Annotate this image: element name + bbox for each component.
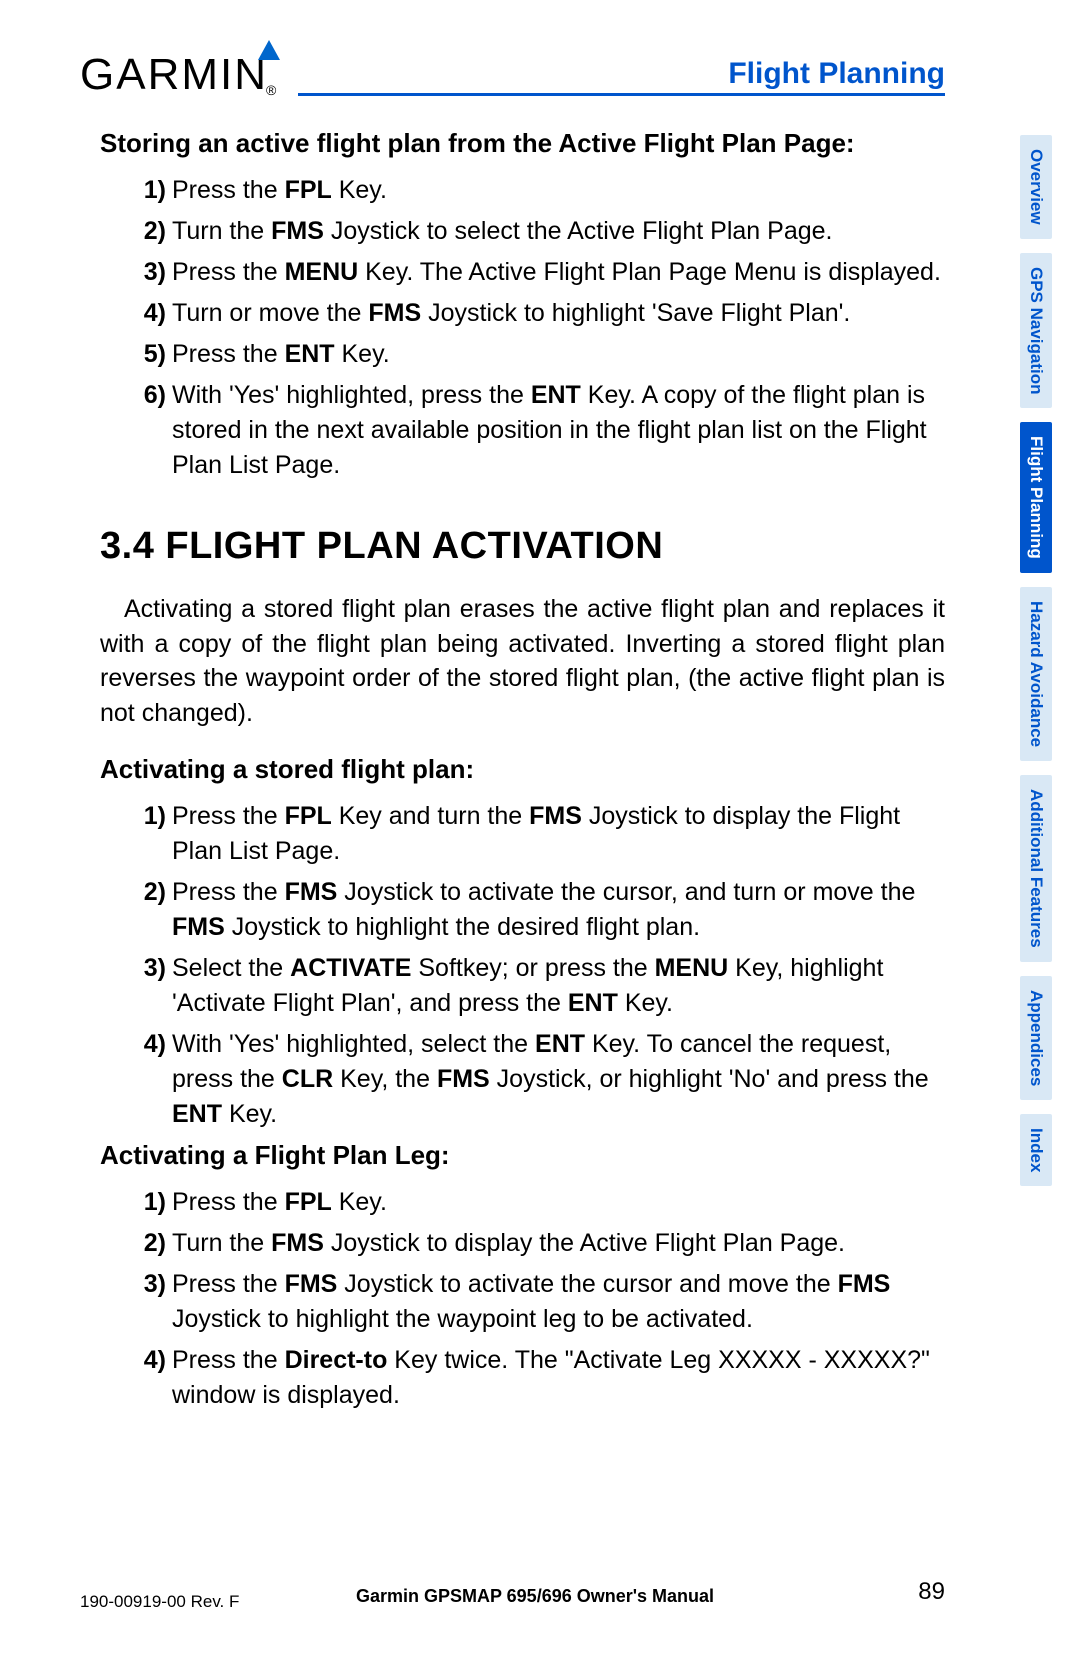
subsection-title-1: Storing an active flight plan from the A… [100,128,945,159]
list-item: 4)Turn or move the FMS Joystick to highl… [140,296,945,331]
page-content: Storing an active flight plan from the A… [80,128,990,1413]
list-item: 1)Press the FPL Key. [140,173,945,208]
footer-manual-title: Garmin GPSMAP 695/696 Owner's Manual [356,1586,714,1607]
list-item: 3)Select the ACTIVATE Softkey; or press … [140,951,945,1021]
tab-appendices[interactable]: Appendices [1020,976,1052,1100]
list-item: 2)Press the FMS Joystick to activate the… [140,875,945,945]
list-num: 6) [128,378,166,413]
body-paragraph: Activating a stored flight plan erases t… [100,592,945,730]
garmin-logo: GARMIN® [80,50,278,100]
tab-hazard-avoidance[interactable]: Hazard Avoidance [1020,587,1052,761]
tab-flight-planning[interactable]: Flight Planning [1020,422,1052,573]
procedure-list-1: 1)Press the FPL Key. 2)Turn the FMS Joys… [100,173,945,483]
list-item: 2)Turn the FMS Joystick to select the Ac… [140,214,945,249]
list-num: 5) [128,337,166,372]
page-number: 89 [918,1578,990,1606]
header-title: Flight Planning [298,57,945,96]
header-title-wrap: Flight Planning [298,57,945,100]
procedure-list-3: 1)Press the FPL Key. 2)Turn the FMS Joys… [100,1185,945,1413]
list-num: 1) [128,799,166,834]
list-num: 1) [128,1185,166,1220]
logo-text: GARMIN [80,50,268,100]
list-item: 5)Press the ENT Key. [140,337,945,372]
list-num: 2) [128,214,166,249]
list-item: 4)With 'Yes' highlighted, select the ENT… [140,1027,945,1132]
list-item: 6)With 'Yes' highlighted, press the ENT … [140,378,945,483]
footer-revision: 190-00919-00 Rev. F [80,1592,239,1612]
list-num: 2) [128,1226,166,1261]
list-num: 4) [128,296,166,331]
list-num: 1) [128,173,166,208]
list-num: 3) [128,255,166,290]
list-num: 4) [128,1343,166,1378]
list-item: 2)Turn the FMS Joystick to display the A… [140,1226,945,1261]
list-num: 4) [128,1027,166,1062]
list-num: 3) [128,951,166,986]
tab-overview[interactable]: Overview [1020,135,1052,239]
list-item: 3)Press the FMS Joystick to activate the… [140,1267,945,1337]
subsection-title-2: Activating a stored flight plan: [100,754,945,785]
tab-additional-features[interactable]: Additional Features [1020,775,1052,962]
list-item: 3)Press the MENU Key. The Active Flight … [140,255,945,290]
page-footer: 190-00919-00 Rev. F Garmin GPSMAP 695/69… [80,1586,990,1614]
list-num: 3) [128,1267,166,1302]
page-header: GARMIN® Flight Planning [80,50,990,100]
subsection-title-3: Activating a Flight Plan Leg: [100,1140,945,1171]
section-heading: 3.4 FLIGHT PLAN ACTIVATION [100,525,945,568]
list-num: 2) [128,875,166,910]
list-item: 1)Press the FPL Key and turn the FMS Joy… [140,799,945,869]
tab-index[interactable]: Index [1020,1114,1052,1186]
procedure-list-2: 1)Press the FPL Key and turn the FMS Joy… [100,799,945,1132]
side-tabs: Overview GPS Navigation Flight Planning … [1020,135,1060,1200]
logo-registered: ® [266,82,278,98]
tab-gps-navigation[interactable]: GPS Navigation [1020,253,1052,409]
garmin-triangle-icon [258,40,280,60]
list-item: 1)Press the FPL Key. [140,1185,945,1220]
list-item: 4)Press the Direct-to Key twice. The "Ac… [140,1343,945,1413]
